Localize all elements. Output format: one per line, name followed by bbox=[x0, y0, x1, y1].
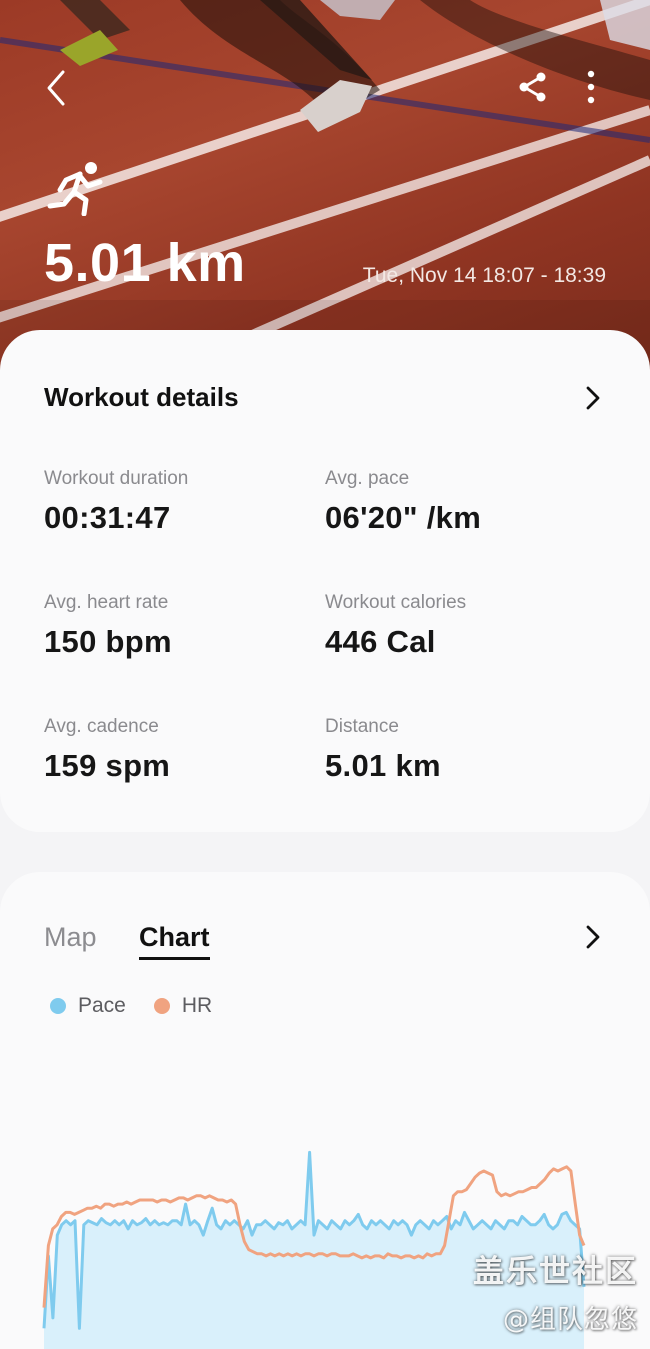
share-icon bbox=[519, 72, 546, 102]
metric-value: 150 bpm bbox=[44, 624, 172, 659]
more-options-button[interactable] bbox=[568, 62, 614, 112]
back-button[interactable] bbox=[30, 62, 82, 114]
metric-label: Workout calories bbox=[325, 592, 467, 613]
metric-value: 159 spm bbox=[44, 748, 171, 783]
metric-workout-duration: Workout duration 00:31:47 bbox=[44, 468, 304, 536]
metric-value: 446 Cal bbox=[325, 624, 436, 659]
workout-details-card[interactable]: Workout details Workout duration 00:31:4… bbox=[0, 330, 650, 832]
workout-datetime: Tue, Nov 14 18:07 - 18:39 bbox=[362, 264, 606, 287]
metric-avg-heart-rate: Avg. heart rate 150 bpm bbox=[44, 592, 304, 660]
watermark: 盖乐世社区 @组队忽悠 bbox=[473, 1246, 638, 1336]
back-arrow-icon bbox=[47, 70, 65, 106]
metric-label: Avg. cadence bbox=[44, 716, 159, 737]
watermark-line-1: 盖乐世社区 bbox=[473, 1254, 638, 1290]
metric-avg-pace: Avg. pace 06'20" /km bbox=[325, 468, 585, 536]
share-button[interactable] bbox=[508, 62, 558, 112]
metric-value: 06'20" /km bbox=[325, 500, 482, 535]
metric-label: Distance bbox=[325, 716, 399, 737]
metric-label: Avg. heart rate bbox=[44, 592, 169, 613]
more-vertical-icon bbox=[587, 70, 595, 104]
running-icon bbox=[47, 162, 103, 216]
workout-details-title: Workout details bbox=[44, 382, 239, 412]
metric-value: 00:31:47 bbox=[44, 500, 171, 535]
chevron-right-icon[interactable] bbox=[578, 383, 608, 413]
workout-distance: 5.01 km bbox=[44, 233, 246, 293]
hero-header: 5.01 km Tue, Nov 14 18:07 - 18:39 bbox=[0, 0, 650, 380]
metric-distance: Distance 5.01 km bbox=[325, 716, 585, 784]
metric-value: 5.01 km bbox=[325, 748, 441, 783]
metric-label: Avg. pace bbox=[325, 468, 410, 489]
metric-label: Workout duration bbox=[44, 468, 189, 489]
metric-workout-calories: Workout calories 446 Cal bbox=[325, 592, 585, 660]
watermark-line-2: @组队忽悠 bbox=[502, 1305, 638, 1335]
workout-screen: 5.01 km Tue, Nov 14 18:07 - 18:39 Workou… bbox=[0, 0, 650, 1349]
metric-avg-cadence: Avg. cadence 159 spm bbox=[44, 716, 304, 784]
